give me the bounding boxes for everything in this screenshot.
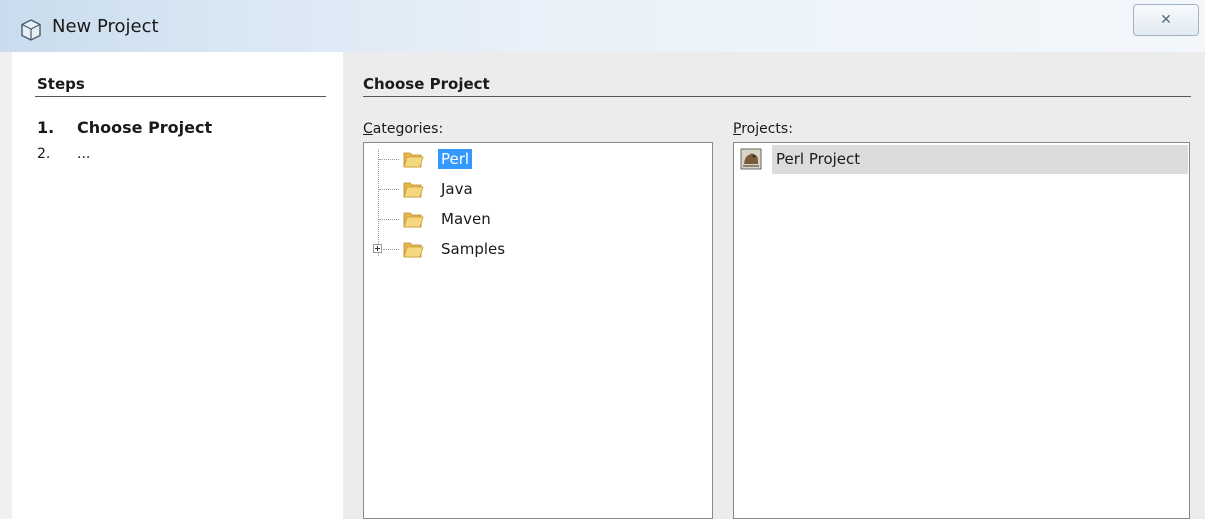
category-label: Perl: [438, 149, 473, 169]
tree-branch: [379, 189, 399, 190]
folder-icon: [403, 152, 424, 168]
category-item-samples[interactable]: Samples: [364, 236, 712, 262]
step-number: 1.: [37, 118, 55, 137]
steps-title: Steps: [37, 75, 85, 93]
expand-icon[interactable]: [373, 244, 382, 253]
categories-label: Categories:: [363, 121, 444, 137]
step-item-1: 1. Choose Project: [37, 118, 212, 137]
folder-icon: [403, 212, 424, 228]
close-button[interactable]: ✕: [1133, 4, 1199, 36]
folder-icon: [403, 182, 424, 198]
steps-divider: [35, 96, 326, 97]
categories-tree[interactable]: Perl Java Maven Samples: [363, 142, 713, 519]
tree-branch: [383, 249, 399, 250]
tree-branch: [379, 219, 399, 220]
title-divider: [363, 96, 1191, 97]
category-label: Maven: [441, 210, 491, 228]
category-item-java[interactable]: Java: [364, 176, 712, 202]
projects-label: Projects:: [733, 121, 793, 137]
tree-branch: [379, 159, 399, 160]
cube-icon: [21, 19, 41, 41]
page-title: Choose Project: [363, 75, 490, 93]
category-label: Samples: [441, 240, 506, 258]
window-title: New Project: [52, 16, 159, 37]
close-icon: ✕: [1160, 12, 1172, 28]
title-bar[interactable]: New Project ✕: [0, 0, 1205, 52]
new-project-dialog: New Project ✕ Steps 1. Choose Project 2..…: [0, 0, 1205, 519]
project-item-perl-project[interactable]: Perl Project: [735, 145, 1188, 174]
category-item-maven[interactable]: Maven: [364, 206, 712, 232]
step-item-2: 2....: [37, 146, 90, 162]
project-label: Perl Project: [772, 145, 1188, 174]
step-number: 2.: [37, 146, 51, 162]
category-label: Java: [441, 180, 473, 198]
category-item-perl[interactable]: Perl: [364, 146, 712, 172]
step-label: Choose Project: [77, 118, 213, 137]
perl-project-icon: [740, 148, 762, 170]
step-label: ...: [77, 146, 91, 162]
folder-icon: [403, 242, 424, 258]
projects-list[interactable]: Perl Project: [733, 142, 1190, 519]
